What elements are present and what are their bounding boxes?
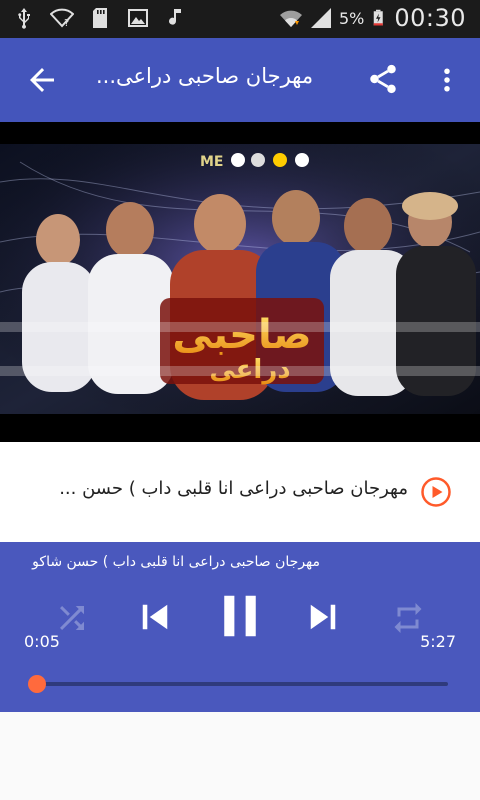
repeat-icon[interactable]	[390, 600, 426, 636]
track-title: مهرجان صاحبى دراعى انا قلبى داب ) حسن ..…	[59, 478, 408, 499]
status-time: 00:30	[394, 4, 466, 32]
svg-text:?: ?	[64, 18, 69, 29]
wifi-question-icon: ?	[50, 8, 74, 29]
signal-icon	[310, 8, 331, 28]
shuffle-icon[interactable]	[54, 600, 90, 636]
empty-area	[0, 712, 480, 800]
play-circle-icon[interactable]	[420, 476, 452, 508]
skip-previous-icon[interactable]	[134, 596, 176, 638]
track-list-item[interactable]: مهرجان صاحبى دراعى انا قلبى داب ) حسن ..…	[0, 442, 480, 542]
page-title: مهرجان صاحبى دراعى...	[96, 64, 314, 88]
total-time: 5:27	[420, 632, 456, 651]
arrow-back-icon[interactable]	[24, 62, 60, 98]
pause-icon[interactable]	[213, 588, 267, 644]
battery-charging-icon	[374, 9, 384, 26]
artwork-image: صاحبى دراعى ME	[0, 122, 480, 442]
sd-card-icon	[93, 8, 107, 28]
share-icon[interactable]	[366, 62, 400, 96]
battery-percent: 5%	[338, 8, 365, 28]
seek-thumb[interactable]	[27, 675, 46, 693]
skip-next-icon[interactable]	[302, 596, 344, 638]
status-bar: ? 5% 00:30	[0, 0, 480, 38]
more-vert-icon[interactable]	[432, 62, 462, 98]
player-panel: مهرجان صاحبى دراعى انا قلبى داب ) حسن شا…	[0, 542, 480, 712]
current-time: 0:05	[24, 632, 60, 651]
now-playing-title: مهرجان صاحبى دراعى انا قلبى داب ) حسن شا…	[32, 554, 320, 570]
music-note-icon	[169, 9, 181, 25]
status-left-icons: ?	[12, 6, 188, 30]
image-icon	[128, 9, 148, 27]
status-right-icons: 5% 00:30	[279, 4, 466, 32]
app-bar: مهرجان صاحبى دراعى...	[0, 38, 480, 122]
seek-bar[interactable]	[27, 675, 448, 693]
album-artwork: صاحبى دراعى ME	[0, 122, 480, 442]
artwork-logo: ME	[200, 154, 224, 170]
svg-text:صاحبى: صاحبى	[172, 312, 311, 358]
wifi-icon	[279, 10, 302, 27]
usb-icon	[18, 8, 30, 29]
